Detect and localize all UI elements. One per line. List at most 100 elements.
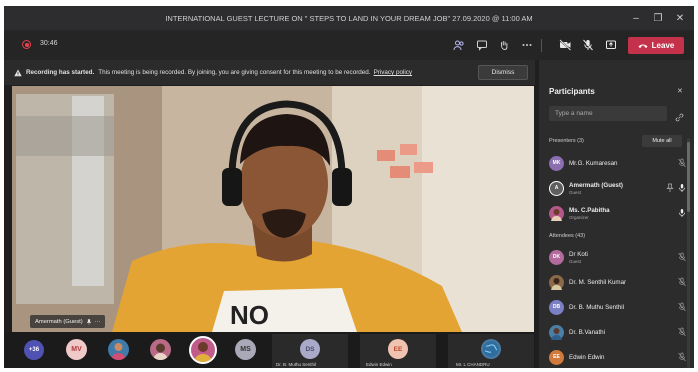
participant-name: Dr. B. Muthu Senthil (569, 303, 625, 311)
banner-heading: Recording has started. (26, 69, 95, 76)
participant-avatar-ms[interactable]: MS (235, 339, 256, 360)
participant-row[interactable]: DB Dr. B. Muthu Senthil (549, 295, 691, 319)
video-tile-edwin[interactable]: EE Edwin Edwin (360, 334, 436, 368)
person-photo-icon (551, 208, 562, 221)
toolbar-divider (541, 39, 542, 52)
video-tile-muthu-senthil[interactable]: DS Dr. B. Muthu Senthil (272, 334, 348, 368)
maximize-button[interactable]: ❐ (648, 6, 668, 30)
recording-indicator-icon (22, 40, 31, 49)
mic-muted-icon (678, 302, 686, 312)
speaker-name-tag: Amermath (Guest) ··· (30, 315, 106, 328)
close-window-button[interactable]: ✕ (670, 6, 690, 30)
person-photo-icon (551, 327, 562, 340)
avatar (549, 324, 564, 340)
participant-row[interactable]: DK Dr Koti Guest (549, 245, 691, 269)
minimize-button[interactable]: – (626, 6, 646, 30)
speaker-video-image: NO (12, 86, 534, 332)
participant-avatar-chandru (481, 339, 501, 359)
participant-row[interactable]: A Amermath (Guest) Guest (549, 176, 691, 200)
participant-name: Dr. B.Vanathi (569, 328, 605, 336)
raise-hand-icon[interactable] (496, 37, 512, 53)
avatar (549, 274, 564, 290)
pin-icon (86, 318, 92, 325)
participant-row[interactable]: Ms. C.Pabitha Organizer (549, 201, 691, 225)
avatar (549, 205, 564, 221)
meeting-timer: 30:46 (40, 40, 58, 47)
participant-name: Mr.G. Kumaresan (569, 159, 618, 167)
speaker-more-button[interactable]: ··· (95, 319, 101, 325)
mute-all-button[interactable]: Mute all (642, 135, 682, 147)
leave-button[interactable]: Leave (628, 37, 684, 54)
participant-row[interactable]: EE Edwin Edwin (549, 345, 691, 368)
participant-row[interactable]: MK Mr.G. Kumaresan (549, 151, 691, 175)
camera-off-icon[interactable] (557, 37, 573, 53)
participant-avatar-ee: EE (388, 339, 408, 359)
share-invite-icon[interactable] (675, 109, 684, 127)
speaker-name: Amermath (Guest) (35, 318, 83, 325)
panel-title: Participants (549, 87, 595, 96)
participant-avatar-ds: DS (300, 339, 320, 359)
mic-muted-icon (678, 158, 686, 168)
participant-row[interactable]: Dr. M. Senthil Kumar (549, 270, 691, 294)
video-tile-chandru[interactable]: Mr. L CHANDRU (448, 334, 534, 368)
avatar: A (549, 180, 564, 196)
close-panel-button[interactable]: ✕ (677, 87, 683, 95)
tile-label-edwin: Edwin Edwin (366, 362, 392, 367)
participant-avatar-photo-1[interactable] (108, 339, 129, 360)
participant-name: Dr Koti (569, 250, 588, 258)
mic-muted-icon (678, 277, 686, 287)
person-photo-icon (153, 343, 168, 360)
participant-strip: +36 MV MS DS Dr. B. Muthu Senthil EE Edw… (4, 332, 535, 368)
person-photo-icon (551, 277, 562, 290)
tile-label-muthu-senthil: Dr. B. Muthu Senthil (276, 362, 317, 367)
hang-up-icon (638, 43, 648, 48)
participant-search-input[interactable] (549, 106, 667, 121)
title-bar: INTERNATIONAL GUEST LECTURE ON " STEPS T… (4, 6, 694, 30)
mic-muted-icon (678, 252, 686, 262)
participants-toolbar-icon[interactable] (451, 37, 467, 53)
mic-off-icon[interactable] (580, 37, 596, 53)
more-actions-icon[interactable] (519, 37, 535, 53)
participant-name: Amermath (Guest) (569, 181, 623, 189)
avatar: DB (549, 299, 564, 315)
person-photo-icon (111, 343, 126, 360)
participant-avatar-photo-2[interactable] (150, 339, 171, 360)
panel-scrollbar-thumb[interactable] (687, 142, 690, 212)
banner-text: This meeting is being recorded. By joini… (98, 69, 371, 76)
chat-icon[interactable] (474, 37, 490, 53)
mic-muted-icon (678, 327, 686, 337)
participant-name: Ms. C.Pabitha (569, 206, 610, 214)
participant-role: Organizer (569, 214, 589, 220)
globe-photo-icon (483, 341, 499, 357)
main-video-feed: NO Amermath (Guest) ··· (12, 86, 534, 332)
mic-on-icon (679, 184, 685, 192)
mic-muted-icon (678, 352, 686, 362)
svg-text:NO: NO (230, 300, 269, 330)
mic-on-icon (679, 209, 685, 217)
presenters-section-label: Presenters (3) (549, 138, 584, 144)
meeting-toolbar: 30:46 Leave (4, 30, 694, 60)
participant-role: Guest (569, 258, 582, 264)
attendees-section-label: Attendees (43) (549, 233, 586, 239)
leave-label: Leave (651, 41, 675, 50)
dismiss-button[interactable]: Dismiss (478, 65, 528, 80)
warning-icon (14, 69, 22, 76)
overflow-participants-badge[interactable]: +36 (24, 340, 44, 360)
window-title: INTERNATIONAL GUEST LECTURE ON " STEPS T… (165, 13, 533, 23)
share-screen-icon[interactable] (603, 37, 619, 53)
participant-role: Guest (569, 189, 582, 195)
participant-avatar-mv[interactable]: MV (66, 339, 87, 360)
privacy-policy-link[interactable]: Privacy policy (374, 69, 413, 76)
participant-name: Edwin Edwin (569, 353, 605, 361)
participant-name: Dr. M. Senthil Kumar (569, 278, 627, 286)
teams-meeting-window: INTERNATIONAL GUEST LECTURE ON " STEPS T… (4, 6, 694, 368)
tile-label-chandru: Mr. L CHANDRU (456, 362, 490, 367)
participant-row[interactable]: Dr. B.Vanathi (549, 320, 691, 344)
person-photo-icon (194, 342, 212, 362)
avatar: EE (549, 349, 564, 365)
recording-banner: Recording has started. This meeting is b… (4, 60, 535, 85)
avatar: MK (549, 155, 564, 171)
pin-icon[interactable] (665, 183, 675, 193)
avatar: DK (549, 249, 564, 265)
participant-avatar-photo-3[interactable] (189, 336, 217, 364)
